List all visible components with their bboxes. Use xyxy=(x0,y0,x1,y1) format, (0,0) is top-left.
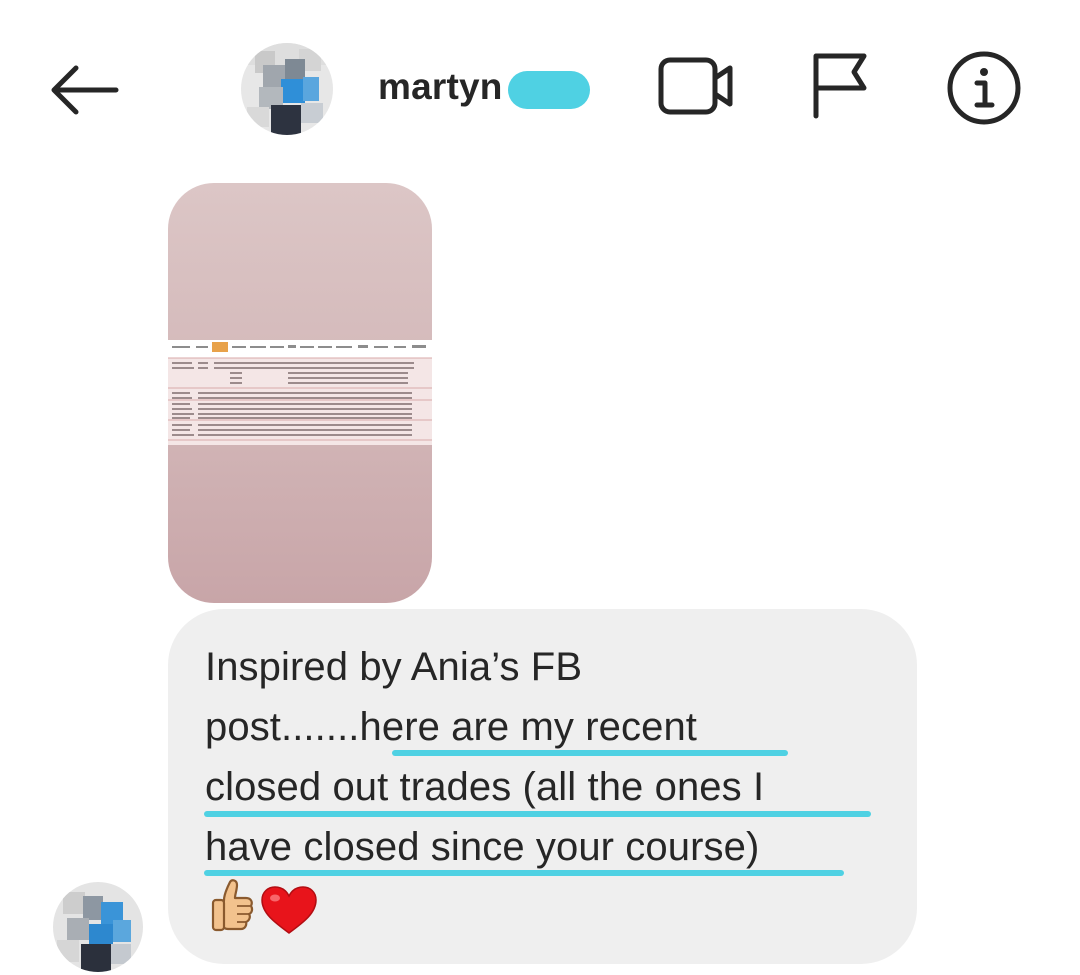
info-button[interactable] xyxy=(946,50,1022,126)
message-line-4: have closed since your course) xyxy=(205,825,760,869)
info-icon xyxy=(947,51,1021,125)
highlight-underline xyxy=(204,811,871,817)
arrow-left-icon xyxy=(51,65,119,115)
message-line-2: post.......here are my recent xyxy=(205,705,698,749)
thumbs-up-icon xyxy=(210,878,254,938)
video-call-button[interactable] xyxy=(656,54,736,118)
avatar[interactable] xyxy=(241,43,333,135)
redaction-mark xyxy=(508,71,590,109)
back-button[interactable] xyxy=(46,62,122,118)
highlight-underline xyxy=(204,870,844,876)
username[interactable]: martyn xyxy=(378,66,503,108)
message-line-3: closed out trades (all the ones I xyxy=(205,765,765,809)
video-camera-icon xyxy=(658,57,733,115)
image-attachment[interactable] xyxy=(168,183,432,603)
pixelated-avatar-image xyxy=(241,43,333,135)
red-heart-icon xyxy=(260,885,318,939)
spreadsheet-thumbnail xyxy=(168,340,432,445)
sender-avatar[interactable] xyxy=(53,882,143,972)
message-line-1: Inspired by Ania’s FB xyxy=(205,645,583,689)
highlight-underline xyxy=(392,750,788,756)
pixelated-avatar-image xyxy=(53,882,143,972)
report-button[interactable] xyxy=(808,50,870,120)
flag-icon xyxy=(813,53,867,119)
